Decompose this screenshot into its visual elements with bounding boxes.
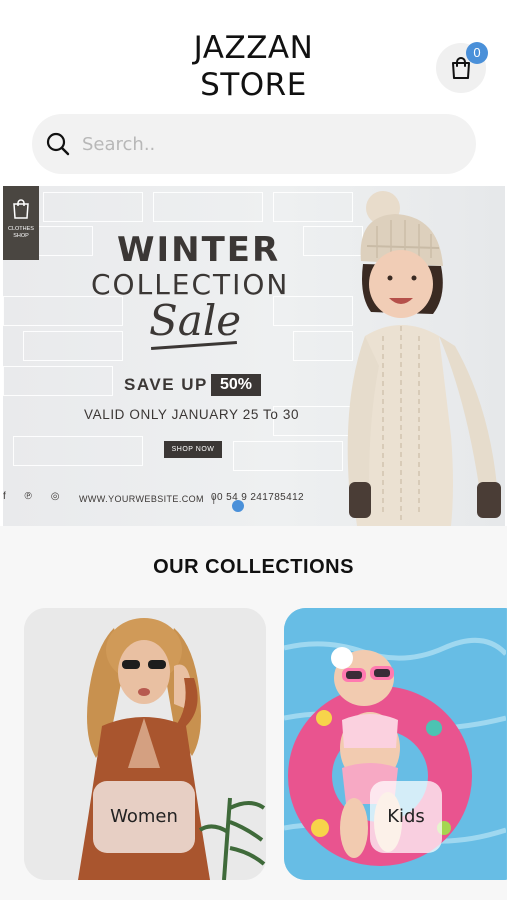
search-bar[interactable] — [32, 114, 476, 174]
banner-discount-badge: 50% — [211, 374, 261, 396]
banner-website: WWW.YOURWEBSITE.COM | — [79, 494, 215, 504]
badge-text-line1: CLOTHES — [8, 226, 34, 232]
collection-card-kids[interactable]: Kids — [284, 608, 507, 880]
store-title-line2: STORE — [200, 67, 307, 103]
banner-script-text: Sale — [149, 296, 242, 345]
search-input[interactable] — [82, 133, 432, 155]
banner-phone: 00 54 9 241785412 — [211, 492, 304, 503]
collections-title: OUR COLLECTIONS — [153, 556, 354, 578]
child-in-winter-outfit-image — [347, 191, 501, 526]
collection-label-women[interactable]: Women — [93, 781, 195, 853]
shopping-bag-icon — [13, 199, 29, 219]
banner-social-icons: f ℗ ◎ — [3, 491, 68, 502]
collection-card-women[interactable]: Women — [24, 608, 266, 880]
badge-text-line2: SHOP — [13, 233, 29, 239]
app-header: JAZZAN STORE 0 — [0, 0, 507, 110]
collections-section: OUR COLLECTIONS Women Kids — [0, 526, 507, 900]
banner-website-url: WWW.YOURWEBSITE.COM — [79, 494, 204, 504]
banner-save-text: SAVE UP — [124, 375, 208, 394]
carousel-indicator[interactable] — [232, 500, 244, 512]
banner-valid-text: VALID ONLY JANUARY 25 To 30 — [84, 407, 300, 422]
cart-count-badge: 0 — [466, 42, 488, 64]
store-title: JAZZAN STORE — [0, 30, 507, 104]
banner-headline: WINTER — [117, 230, 281, 270]
search-icon[interactable] — [44, 130, 72, 158]
store-title-line1: JAZZAN — [193, 30, 314, 66]
shop-now-button[interactable]: SHOP NOW — [164, 441, 222, 458]
collection-label-kids[interactable]: Kids — [370, 781, 442, 853]
clothes-shop-badge: CLOTHES SHOP — [3, 186, 39, 260]
promo-banner[interactable]: CLOTHES SHOP WINTER COLLECTION Sale SAVE… — [3, 186, 505, 526]
